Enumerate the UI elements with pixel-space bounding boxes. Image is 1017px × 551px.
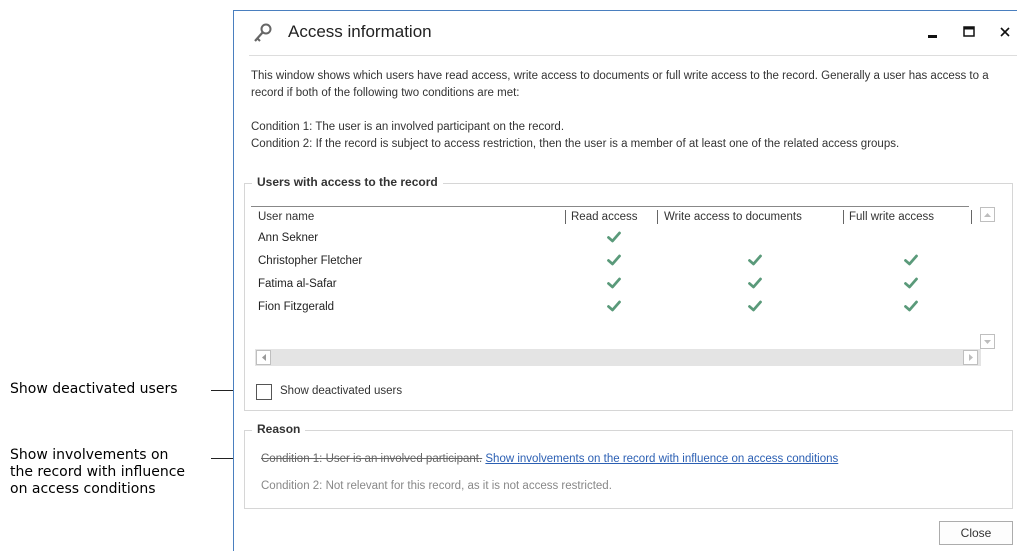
table-row[interactable]: Ann Sekner: [251, 227, 964, 250]
access-information-window: Access information This window shows whi…: [233, 10, 1017, 551]
reason-group: Reason: [244, 422, 1013, 509]
minimize-button[interactable]: [924, 23, 944, 43]
title-divider: [249, 55, 1017, 56]
user-name-cell: Christopher Fletcher: [258, 255, 363, 267]
column-header-write-access-documents[interactable]: Write access to documents: [658, 206, 848, 227]
title-bar: Access information: [234, 11, 1017, 55]
user-name-cell: Fatima al-Safar: [258, 278, 337, 290]
callout-involvements-line-3: on access conditions: [10, 481, 156, 497]
horizontal-scrollbar[interactable]: [255, 349, 981, 366]
condition-1-text: Condition 1: The user is an involved par…: [251, 121, 565, 133]
scroll-up-button[interactable]: [980, 207, 995, 222]
callout-involvements: Show involvements on the record with inf…: [10, 447, 185, 498]
column-header-read-access[interactable]: Read access: [566, 206, 662, 227]
show-involvements-link[interactable]: Show involvements on the record with inf…: [485, 453, 838, 465]
read-access-check-icon: [607, 300, 621, 312]
user-name-cell: Ann Sekner: [258, 232, 319, 244]
show-deactivated-users-checkbox[interactable]: [256, 384, 272, 400]
callout-involvements-line-2: the record with influence: [10, 464, 185, 480]
intro-text: This window shows which users have read …: [251, 68, 991, 153]
users-group-legend: Users with access to the record: [252, 175, 443, 189]
key-icon: [254, 23, 272, 42]
triangle-down-icon: [984, 340, 991, 344]
triangle-left-icon: [262, 354, 266, 361]
condition-2-text: Condition 2: If the record is subject to…: [251, 138, 900, 150]
intro-paragraph: This window shows which users have read …: [251, 70, 989, 99]
column-separator[interactable]: [971, 210, 972, 224]
table-row[interactable]: Fion Fitzgerald: [251, 296, 964, 319]
callout-show-deactivated: Show deactivated users: [10, 381, 178, 397]
reason-condition-1: Condition 1: User is an involved partici…: [261, 453, 838, 465]
read-access-check-icon: [607, 231, 621, 243]
show-deactivated-users-label[interactable]: Show deactivated users: [280, 385, 402, 397]
read-access-check-icon: [607, 254, 621, 266]
table-row[interactable]: Fatima al-Safar: [251, 273, 964, 296]
full-write-check-icon: [904, 254, 918, 266]
scroll-down-button[interactable]: [980, 334, 995, 349]
reason-condition-2: Condition 2: Not relevant for this recor…: [261, 480, 612, 492]
callout-involvements-line-1: Show involvements on: [10, 447, 169, 463]
write-docs-check-icon: [748, 254, 762, 266]
triangle-up-icon: [984, 213, 991, 217]
reason-condition-1-text: Condition 1: User is an involved partici…: [261, 453, 483, 465]
window-title: Access information: [288, 22, 432, 41]
scroll-left-button[interactable]: [256, 350, 271, 365]
close-button[interactable]: Close: [939, 521, 1013, 545]
maximize-button[interactable]: [959, 23, 979, 43]
triangle-right-icon: [969, 354, 973, 361]
write-docs-check-icon: [748, 277, 762, 289]
close-window-button[interactable]: [996, 23, 1016, 43]
reason-group-legend: Reason: [252, 422, 306, 436]
column-header-full-write-access[interactable]: Full write access: [844, 206, 969, 227]
user-name-cell: Fion Fitzgerald: [258, 301, 335, 313]
full-write-check-icon: [904, 300, 918, 312]
scroll-right-button[interactable]: [963, 350, 978, 365]
column-header-user-name[interactable]: User name: [251, 206, 572, 227]
full-write-check-icon: [904, 277, 918, 289]
write-docs-check-icon: [748, 300, 762, 312]
vertical-scrollbar[interactable]: [979, 205, 996, 375]
users-table: User name Read access Write access to do…: [251, 206, 972, 346]
table-row[interactable]: Christopher Fletcher: [251, 250, 964, 273]
read-access-check-icon: [607, 277, 621, 289]
